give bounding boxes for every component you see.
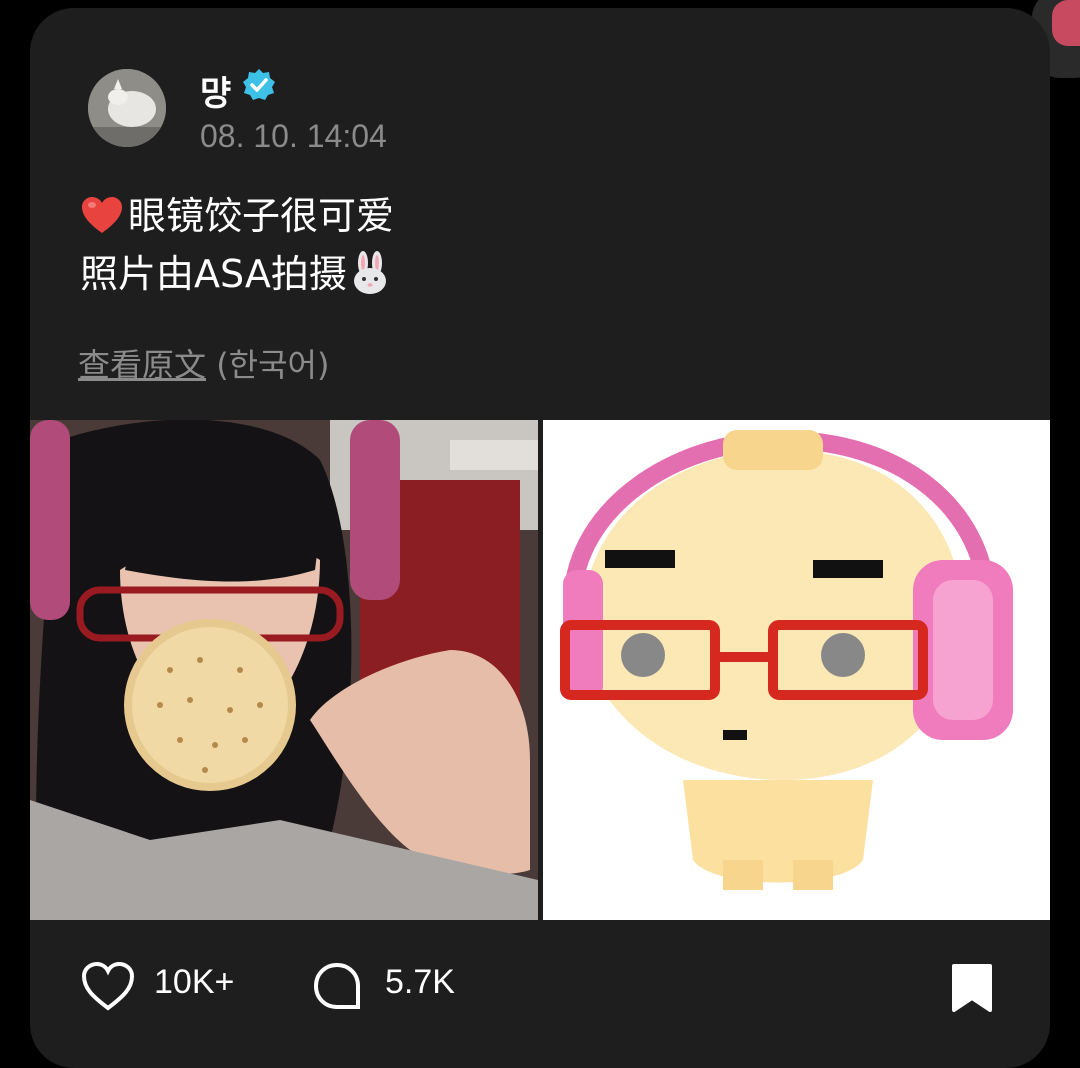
view-original-link[interactable]: 查看原文 (한국어) <box>78 340 329 386</box>
view-original-label[interactable]: 查看原文 <box>78 346 206 384</box>
username[interactable]: 먕 <box>200 66 231 115</box>
post-text: 眼镜饺子很可爱 照片由ASA拍摄 <box>80 190 394 308</box>
verified-badge-icon <box>243 69 275 100</box>
heart-emoji-icon <box>80 195 124 248</box>
like-count: 10K+ <box>154 963 235 1001</box>
post-card: 먕 08. 10. 14:04 眼镜饺子很可爱 照片由ASA拍摄 查看原文 (한… <box>30 8 1050 1068</box>
rabbit-emoji-icon <box>351 251 389 308</box>
avatar[interactable] <box>88 69 166 147</box>
heart-outline-icon[interactable] <box>80 960 136 1012</box>
bookmark-icon[interactable] <box>950 962 994 1014</box>
comment-bubble-icon[interactable] <box>312 961 362 1011</box>
comment-count: 5.7K <box>385 963 455 1001</box>
post-timestamp: 08. 10. 14:04 <box>200 118 387 154</box>
photo-girl-with-cracker[interactable] <box>30 420 538 920</box>
post-text-line2: 照片由ASA拍摄 <box>80 252 347 296</box>
pixel-art-dumpling-character[interactable] <box>543 420 1050 920</box>
post-text-line1: 眼镜饺子很可爱 <box>128 194 395 238</box>
original-language: (한국어) <box>216 346 330 384</box>
